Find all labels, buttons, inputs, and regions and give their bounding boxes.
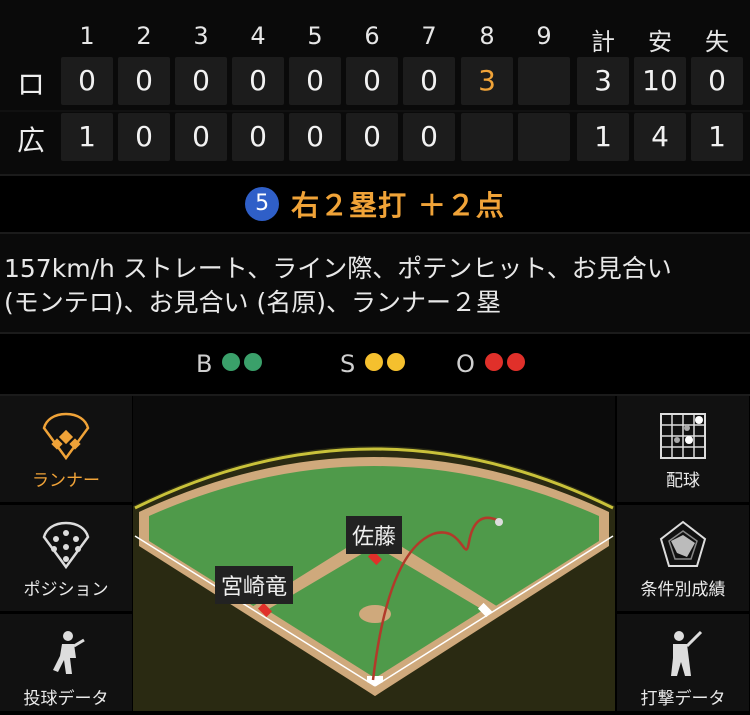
inning-score-cell: 0 [403,113,455,161]
inning-score-cell: 0 [175,57,227,105]
ball-landing [495,518,503,526]
total-cell: 4 [634,113,686,161]
total-cell: 3 [577,57,629,105]
menu-pitch-selection[interactable]: 配球 [617,396,749,502]
menu-situational-stats[interactable]: 条件別成績 [617,505,749,611]
inning-score-cell [518,57,570,105]
pitcher-icon [53,631,85,674]
inning-header: 3 [193,22,209,50]
inning-header: 2 [136,22,152,50]
position-icon [42,521,90,570]
row-divider [0,110,750,112]
menu-position-label: ポジション [23,580,109,600]
menu-batting-data-label: 打撃データ [640,689,726,709]
inning-score-cell: 0 [232,113,284,161]
ball-dot [244,353,263,371]
ball-label: B [196,350,213,378]
inning-header: 計 [591,28,615,56]
out-dot [484,353,503,371]
menu-pitching-data-label: 投球データ [23,689,109,709]
inning-header: 9 [536,22,552,50]
ball-dot [222,353,241,371]
total-cell: 0 [691,57,743,105]
play-description: 157km/h ストレート、ライン際、ポテンヒット、お見合い (モンテロ)、お見… [0,234,750,332]
inning-score-cell [461,113,513,161]
strike-dot [387,353,406,371]
inning-header: 7 [421,22,437,50]
inning-header: 5 [307,22,323,50]
total-cell: 1 [691,113,743,161]
menu-batting-data[interactable]: 打撃データ [617,614,749,711]
strike-label: S [340,350,356,378]
total-cell: 10 [634,57,686,105]
out-label: O [456,350,475,378]
inning-score-cell: 0 [403,57,455,105]
inning-score-cell: 0 [346,113,398,161]
ball-group: B [196,348,263,380]
inning-header: 1 [79,22,95,50]
inning-score-cell: 0 [289,57,341,105]
batter-order-badge: 5 [245,187,280,221]
play-result-text: 右２塁打 ＋２点 [291,189,505,222]
runner-diamond-icon [42,412,90,461]
out-group: O [456,348,525,380]
strike-group: S [340,348,406,380]
menu-pitch-selection-label: 配球 [666,471,700,491]
inning-score-cell: 0 [346,57,398,105]
strike-dot [365,353,384,371]
menu-runner[interactable]: ランナー [0,396,132,504]
inning-header: 8 [479,22,495,50]
team-name: 広 [16,124,45,157]
pitch-grid-icon [660,413,706,459]
inning-header: 失 [705,28,729,56]
inning-score-cell [518,113,570,161]
baseball-field: 佐藤 宮崎竜 [133,396,615,711]
inning-header: 6 [364,22,380,50]
menu-runner-label: ランナー [32,471,100,491]
menu-situational-stats-label: 条件別成績 [640,580,726,600]
out-dot [506,353,525,371]
inning-score-cell: 3 [461,57,513,105]
ball-count: B S O [0,334,750,394]
batter-icon [671,630,703,676]
menu-position[interactable]: ポジション [0,505,132,611]
inning-score-cell: 0 [175,113,227,161]
inning-header: 4 [250,22,266,50]
player-label-sato: 佐藤 [346,516,403,554]
radar-chart-icon [659,520,707,567]
scoreboard: 1 2 3 4 5 6 7 8 9 計安失ロ 0 0 0 0 0 0 0 3 3 10 0 広 1 0 0 0 0 0 0 1 4 1 [0,0,750,176]
play-result: 5 右２塁打 ＋２点 [0,176,750,232]
inning-score-cell: 0 [118,113,170,161]
menu-pitching-data[interactable]: 投球データ [0,614,132,711]
player-label-miyazaki: 宮崎竜 [215,566,294,604]
team-name: ロ [16,68,45,101]
description-line-1: 157km/h ストレート、ライン際、ポテンヒット、お見合い [4,254,672,283]
inning-score-cell: 1 [61,113,113,161]
inning-score-cell: 0 [118,57,170,105]
inning-score-cell: 0 [289,113,341,161]
description-line-2: (モンテロ)、お見合い (名原)、ランナー２塁 [4,288,501,317]
inning-header: 安 [648,28,672,56]
inning-score-cell: 0 [61,57,113,105]
total-cell: 1 [577,113,629,161]
inning-score-cell: 0 [232,57,284,105]
